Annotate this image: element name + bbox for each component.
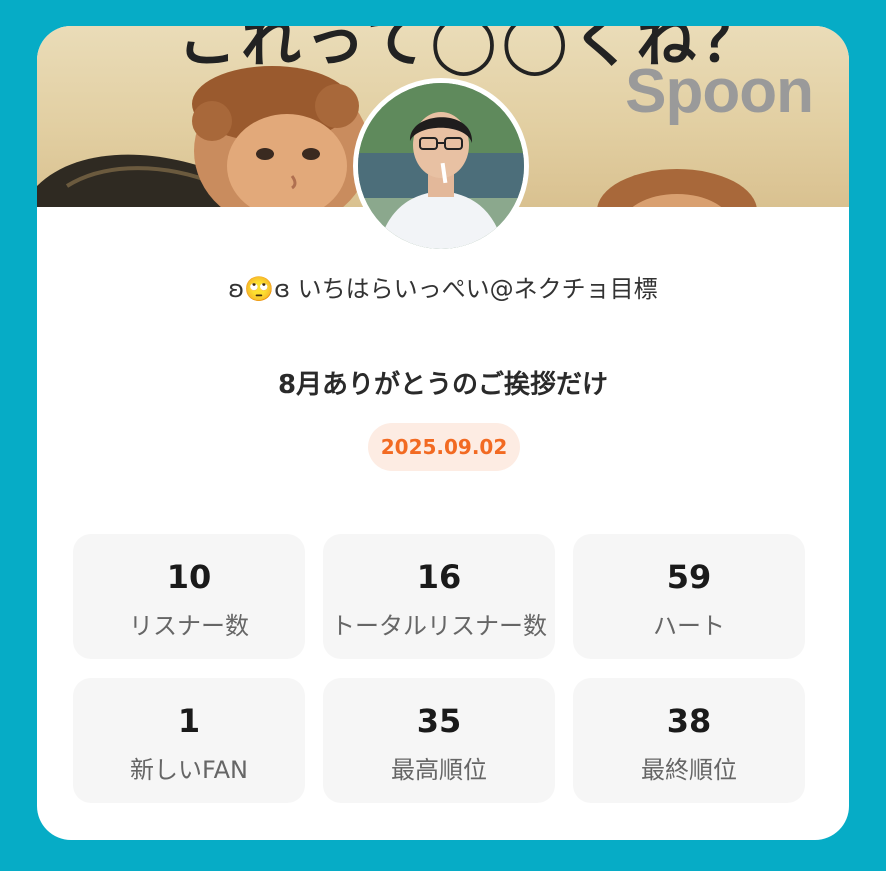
- stat-value: 38: [666, 702, 712, 740]
- stat-label: 最高順位: [391, 756, 487, 784]
- stat-highest-rank: 35 最高順位: [323, 678, 555, 803]
- stat-label: リスナー数: [129, 612, 249, 640]
- stat-value: 35: [416, 702, 462, 740]
- stat-label: トータルリスナー数: [331, 612, 547, 640]
- stat-label: 最終順位: [641, 756, 737, 784]
- spoon-logo: Spoon: [625, 57, 814, 126]
- stat-hearts: 59 ハート: [573, 534, 805, 659]
- stat-label: ハート: [653, 612, 725, 640]
- stat-listeners: 10 リスナー数: [73, 534, 305, 659]
- stat-value: 59: [666, 558, 712, 596]
- broadcast-title: 8月ありがとうのご挨拶だけ: [277, 370, 609, 400]
- stat-total-listeners: 16 トータルリスナー数: [323, 534, 555, 659]
- avatar[interactable]: [353, 78, 529, 254]
- avatar-photo: [358, 83, 524, 249]
- stat-value: 1: [177, 702, 201, 740]
- username: ʚ🙄ɞ いちはらいっぺい@ネクチョ目標: [228, 275, 658, 303]
- stat-final-rank: 38 最終順位: [573, 678, 805, 803]
- date-badge: 2025.09.02: [368, 423, 520, 471]
- stat-label: 新しいFAN: [130, 756, 248, 784]
- stat-value: 10: [166, 558, 212, 596]
- summary-card: これって◯◯くね？ Spoon ʚ🙄ɞ いちはらいっぺい@ネクチョ目標 8月あり…: [37, 26, 849, 840]
- stat-new-fans: 1 新しいFAN: [73, 678, 305, 803]
- stat-value: 16: [416, 558, 462, 596]
